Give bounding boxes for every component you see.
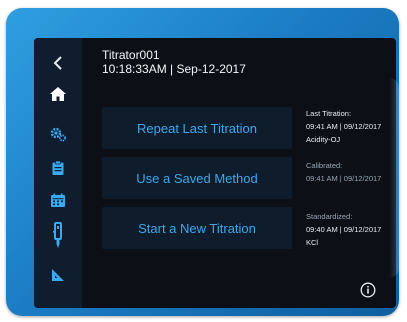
schedule-button[interactable] xyxy=(43,188,73,212)
home-button[interactable] xyxy=(43,82,73,106)
use-saved-method-label: Use a Saved Method xyxy=(136,170,258,186)
standardized-time: 09:40 AM | 09/12/2017 xyxy=(306,225,382,234)
standardized-title: Standardized: xyxy=(306,212,353,221)
ruler-triangle-icon xyxy=(52,269,64,281)
info-icon xyxy=(360,282,376,298)
home-icon xyxy=(50,87,66,101)
current-datetime: 10:18:33AM | Sep-12-2017 xyxy=(102,62,246,76)
start-new-titration-label: Start a New Titration xyxy=(138,220,256,236)
standardized-reagent: KCl xyxy=(306,238,319,247)
touch-screen: Titrator001 10:18:33AM | Sep-12-2017 Rep… xyxy=(34,38,396,308)
info-button[interactable] xyxy=(360,282,376,298)
last-titration-info: Last Titration: 09:41 AM | 09/12/2017 Ac… xyxy=(306,107,381,146)
sidebar xyxy=(34,38,82,308)
device-bezel: Titrator001 10:18:33AM | Sep-12-2017 Rep… xyxy=(6,8,399,316)
calibration-info: Calibrated: 09:41 AM | 09/12/2017 xyxy=(306,159,381,185)
start-new-titration-button[interactable]: Start a New Titration xyxy=(102,207,292,249)
device-name: Titrator001 xyxy=(102,48,160,62)
methods-button[interactable] xyxy=(43,156,73,180)
settings-button[interactable] xyxy=(43,122,73,146)
electrode-button[interactable] xyxy=(43,219,73,253)
standardization-info: Standardized: 09:40 AM | 09/12/2017 KCl xyxy=(306,210,381,249)
calibrated-title: Calibrated: xyxy=(306,161,343,170)
calibration-button[interactable] xyxy=(43,263,73,287)
last-titration-time: 09:41 AM | 09/12/2017 xyxy=(306,122,382,131)
back-arrow-icon xyxy=(53,56,62,70)
last-titration-sample: Acidity-OJ xyxy=(306,135,341,144)
clipboard-icon xyxy=(52,160,64,175)
last-titration-title: Last Titration: xyxy=(306,109,352,118)
repeat-last-titration-button[interactable]: Repeat Last Titration xyxy=(102,107,292,149)
calendar-icon xyxy=(51,193,65,207)
calibrated-time: 09:41 AM | 09/12/2017 xyxy=(306,174,382,183)
repeat-last-titration-label: Repeat Last Titration xyxy=(137,120,257,136)
back-button[interactable] xyxy=(43,51,73,75)
electrode-icon xyxy=(53,222,62,248)
settings-gears-icon xyxy=(50,127,66,142)
use-saved-method-button[interactable]: Use a Saved Method xyxy=(102,157,292,199)
